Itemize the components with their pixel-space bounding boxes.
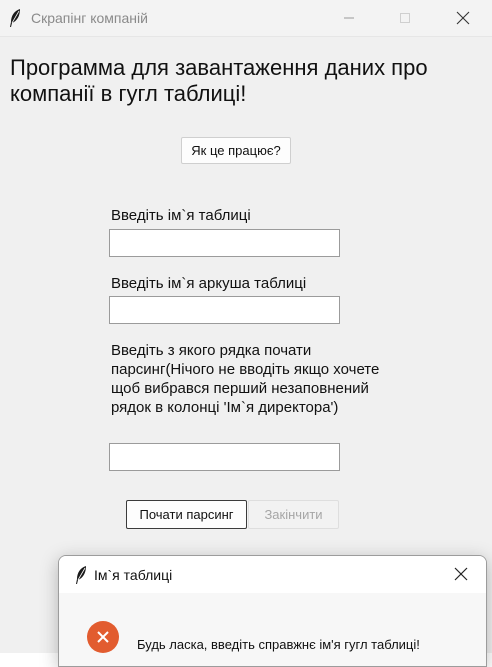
window-title: Скрапінг компаній	[31, 10, 148, 26]
close-icon	[454, 567, 468, 581]
start-row-input[interactable]	[109, 443, 340, 471]
title-bar[interactable]: Скрапінг компаній	[0, 0, 492, 37]
error-dialog: Ім`я таблиці Будь ласка, введіть справжн…	[58, 555, 487, 667]
finish-button[interactable]: Закінчити	[248, 500, 339, 529]
page-heading: Программа для завантаження даних про ком…	[10, 55, 428, 106]
table-name-input[interactable]	[109, 229, 340, 257]
error-icon	[87, 621, 119, 653]
how-it-works-button[interactable]: Як це працює?	[181, 137, 291, 164]
minimize-icon	[344, 17, 354, 19]
dialog-title-bar[interactable]: Ім`я таблиці	[59, 556, 486, 593]
dialog-title: Ім`я таблиці	[94, 567, 173, 583]
minimize-button[interactable]	[326, 0, 372, 36]
maximize-icon	[400, 13, 410, 23]
start-row-label: Введіть з якого рядка почати парсинг(Ніч…	[111, 342, 380, 416]
feather-icon	[10, 9, 20, 27]
sheet-name-input[interactable]	[109, 296, 340, 324]
maximize-button[interactable]	[382, 0, 428, 36]
dialog-close-button[interactable]	[451, 564, 471, 584]
start-parsing-button[interactable]: Почати парсинг	[126, 500, 247, 529]
close-button[interactable]	[440, 0, 486, 36]
dialog-body: Будь ласка, введіть справжнє ім'я гугл т…	[59, 593, 486, 666]
sheet-name-label: Введіть ім`я аркуша таблиці	[111, 275, 307, 292]
dialog-message: Будь ласка, введіть справжнє ім'я гугл т…	[137, 637, 420, 652]
feather-icon	[76, 566, 86, 584]
table-name-label: Введіть ім`я таблиці	[111, 207, 251, 224]
close-icon	[456, 11, 470, 25]
